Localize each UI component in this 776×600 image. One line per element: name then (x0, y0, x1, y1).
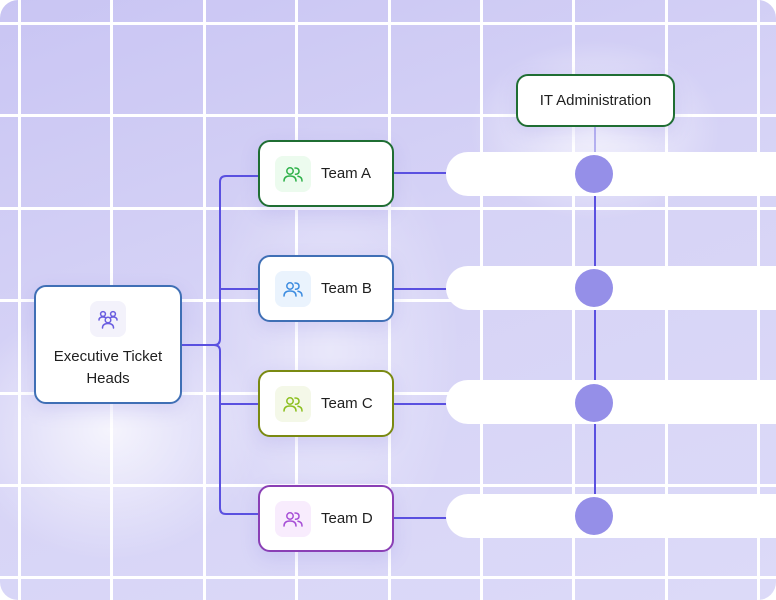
users-icon (275, 385, 311, 422)
team-b-node[interactable]: Team B (258, 255, 394, 322)
team-c-node[interactable]: Team C (258, 370, 394, 437)
status-dot-d (575, 497, 613, 535)
team-label: Team D (321, 510, 373, 527)
users-icon (275, 500, 311, 537)
node-label: IT Administration (539, 92, 652, 109)
team-d-node[interactable]: Team D (258, 485, 394, 552)
team-label: Team B (321, 280, 372, 297)
diagram-canvas: Executive Ticket Heads Team A Team B Tea… (0, 0, 776, 600)
executive-ticket-heads-node[interactable]: Executive Ticket Heads (34, 285, 182, 404)
users-icon (275, 270, 311, 307)
node-label: Executive Ticket Heads (53, 348, 163, 387)
connector-exec-team-d (213, 344, 258, 515)
team-label: Team C (321, 395, 373, 412)
users-icon (275, 155, 311, 192)
group-icon (90, 301, 126, 337)
status-dot-b (575, 269, 613, 307)
team-label: Team A (321, 165, 372, 182)
status-dot-c (575, 384, 613, 422)
it-administration-node[interactable]: IT Administration (516, 74, 675, 127)
team-a-node[interactable]: Team A (258, 140, 394, 207)
status-dot-a (575, 155, 613, 193)
connector-exec-team-a (181, 175, 258, 346)
